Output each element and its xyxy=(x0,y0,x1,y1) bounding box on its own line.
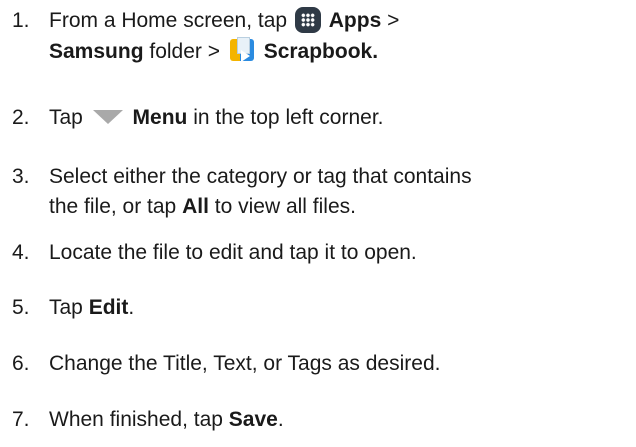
apps-grid-icon xyxy=(294,7,321,33)
step-number: 6. xyxy=(12,352,30,375)
apps-label: Apps xyxy=(328,9,382,32)
step-5-prefix: Tap xyxy=(49,296,89,319)
step-2-suffix: in the top left corner. xyxy=(187,106,384,129)
step-7-prefix: When finished, tap xyxy=(49,408,229,431)
save-label: Save xyxy=(228,408,278,431)
step-3-prefix: the file, or tap xyxy=(49,195,183,218)
step-text: Locate the file to edit and tap it to op… xyxy=(49,241,417,264)
step-number: 1. xyxy=(12,9,30,32)
step-1-suffix: > xyxy=(381,9,400,32)
step-3: 3. Select either the category or tag tha… xyxy=(12,162,630,222)
all-label: All xyxy=(182,195,209,218)
step-number: 7. xyxy=(12,408,30,431)
step-3-line-2: the file, or tap All to view all files. xyxy=(49,192,630,222)
scrapbook-label: Scrapbook. xyxy=(263,40,379,63)
step-text: Tap Edit. xyxy=(49,293,630,323)
step-number: 4. xyxy=(12,241,30,264)
scrapbook-app-icon xyxy=(228,36,256,64)
step-number: 5. xyxy=(12,296,30,319)
step-7: 7. When finished, tap Save. xyxy=(12,405,630,435)
samsung-label: Samsung xyxy=(49,40,144,63)
edit-label: Edit xyxy=(88,296,129,319)
step-number: 3. xyxy=(12,165,30,188)
step-6: 6. Change the Title, Text, or Tags as de… xyxy=(12,349,630,379)
step-1-line-1: From a Home screen, tap Apps > xyxy=(49,6,630,36)
instruction-steps: 1. From a Home screen, tap Apps > Samsun… xyxy=(0,0,636,447)
menu-triangle-icon xyxy=(92,110,123,124)
step-5: 5. Tap Edit. xyxy=(12,293,630,323)
menu-label: Menu xyxy=(132,106,188,129)
folder-text: folder > xyxy=(143,40,226,63)
step-3-line-1: Select either the category or tag that c… xyxy=(49,165,472,188)
step-1-prefix: From a Home screen, tap xyxy=(49,9,293,32)
step-1: 1. From a Home screen, tap Apps > Samsun… xyxy=(12,6,630,67)
step-number: 2. xyxy=(12,106,30,129)
step-text: When finished, tap Save. xyxy=(49,405,630,435)
step-text: Select either the category or tag that c… xyxy=(49,162,630,222)
step-text: From a Home screen, tap Apps > Samsung f… xyxy=(49,6,630,67)
step-2-prefix: Tap xyxy=(49,106,89,129)
step-1-line-2: Samsung folder > Scrapbook. xyxy=(49,36,630,67)
step-text: Tap Menu in the top left corner. xyxy=(49,103,630,133)
step-3-suffix: to view all files. xyxy=(208,195,356,218)
step-5-suffix: . xyxy=(128,296,135,319)
step-7-suffix: . xyxy=(277,408,284,431)
step-text: Change the Title, Text, or Tags as desir… xyxy=(49,352,441,375)
step-2: 2. Tap Menu in the top left corner. xyxy=(12,103,630,133)
step-4: 4. Locate the file to edit and tap it to… xyxy=(12,238,630,268)
